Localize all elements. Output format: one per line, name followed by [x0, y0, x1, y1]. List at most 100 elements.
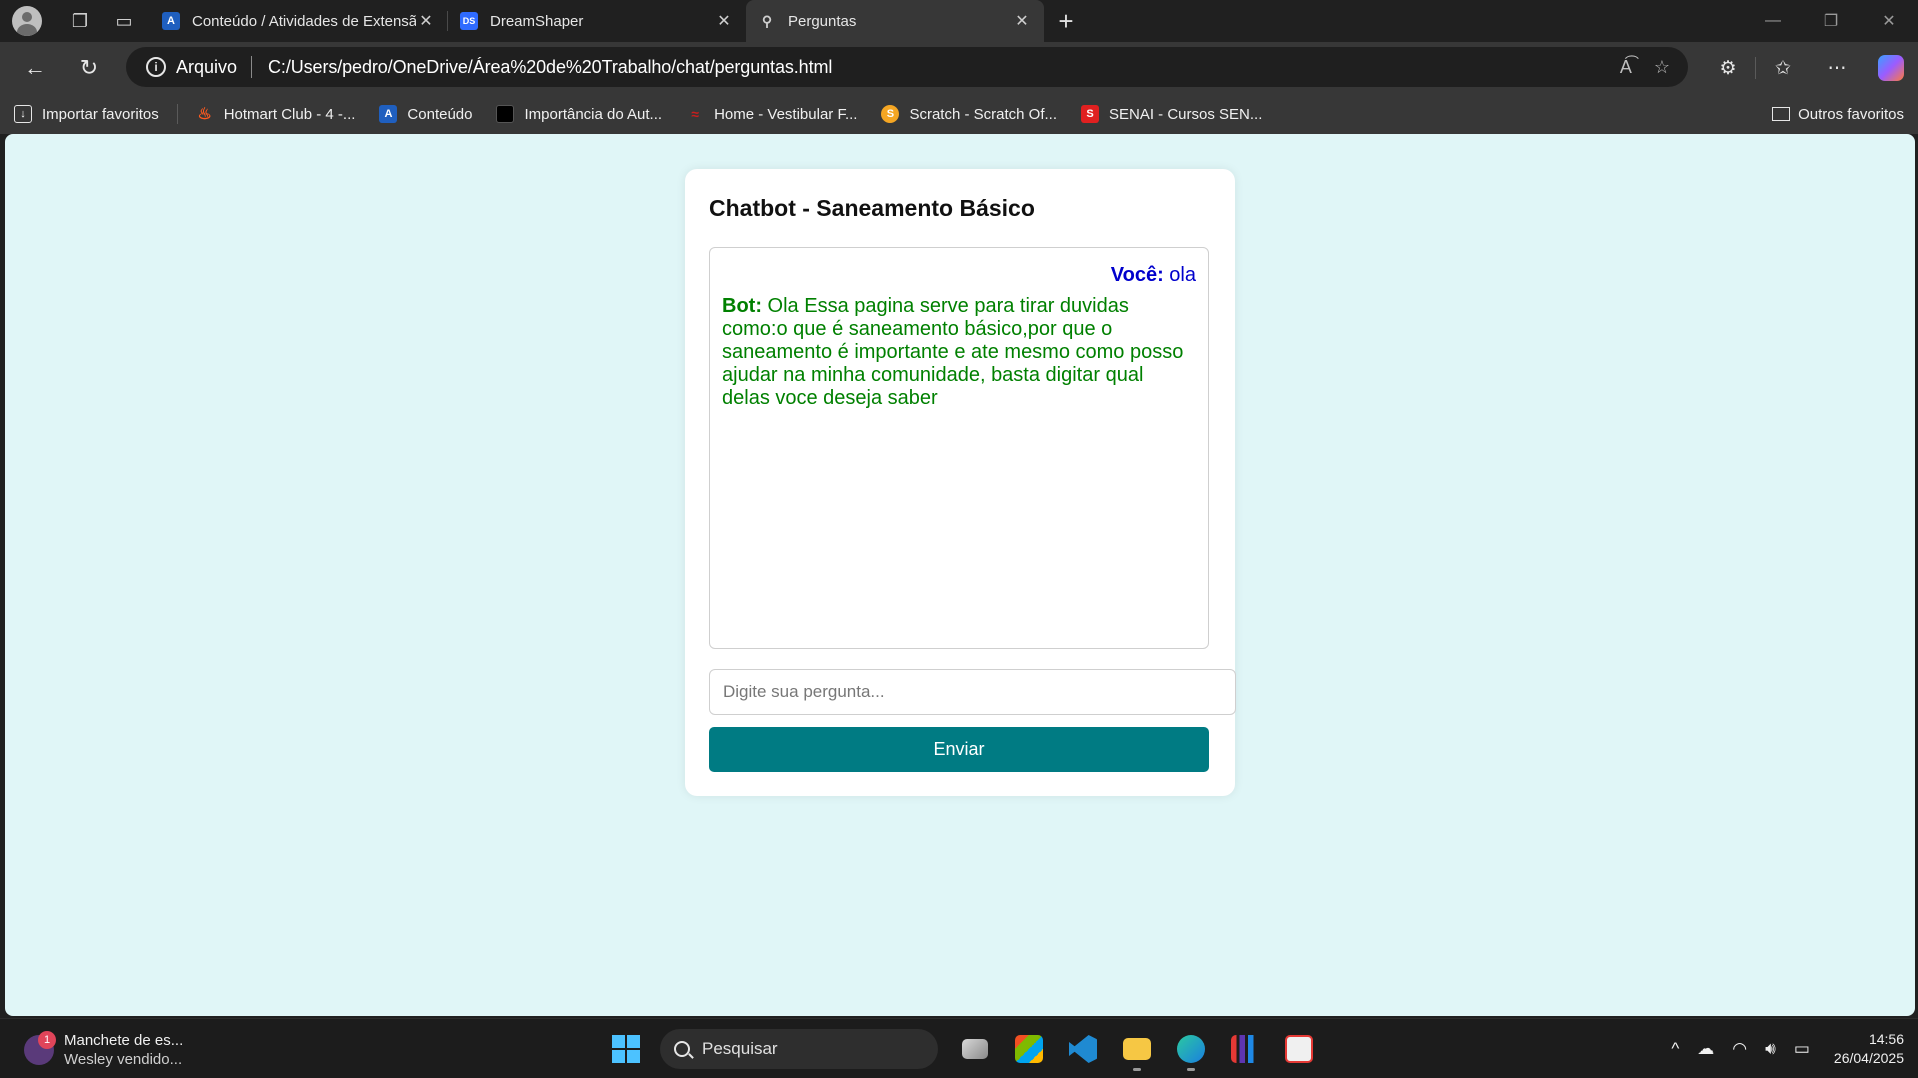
- taskbar-apps: Pesquisar: [604, 1027, 1326, 1071]
- close-icon[interactable]: ✕: [714, 11, 734, 31]
- favorite-star-icon[interactable]: ☆: [1654, 57, 1670, 78]
- bookmark-label: Scratch - Scratch Of...: [909, 105, 1057, 123]
- bookmark-divider: [176, 104, 178, 124]
- favorites-icon[interactable]: ✩: [1756, 42, 1810, 94]
- tab-perguntas[interactable]: ⚲ Perguntas ✕: [746, 0, 1044, 42]
- bookmark-label: Conteúdo: [407, 105, 473, 123]
- send-button[interactable]: Enviar: [709, 727, 1209, 772]
- windows-start-icon[interactable]: [604, 1027, 648, 1071]
- task-view-icon[interactable]: [948, 1027, 1002, 1071]
- import-icon: ↓: [14, 105, 32, 123]
- window-close-icon[interactable]: ✕: [1860, 0, 1918, 42]
- bookmark-importancia[interactable]: Importância do Aut...: [496, 105, 662, 123]
- search-placeholder: Pesquisar: [702, 1039, 778, 1058]
- bookmark-scratch[interactable]: S Scratch - Scratch Of...: [881, 105, 1057, 123]
- store-icon[interactable]: [1002, 1027, 1056, 1071]
- question-input[interactable]: [709, 669, 1236, 715]
- close-icon[interactable]: ✕: [1012, 11, 1032, 31]
- url-text[interactable]: C:/Users/pedro/OneDrive/Área%20de%20Trab…: [268, 57, 832, 78]
- file-explorer-icon[interactable]: [1110, 1027, 1164, 1071]
- refresh-icon[interactable]: ↻: [62, 42, 116, 94]
- clock-date: 26/04/2025: [1833, 1050, 1904, 1066]
- dreamshaper-logo-icon: DS: [460, 12, 478, 30]
- bookmark-conteudo[interactable]: A Conteúdo: [379, 105, 472, 123]
- user-message: Você: ola: [722, 264, 1196, 287]
- system-tray: ^ ☁ ◠ 🔊︎ ▭ 14:56 26/04/2025: [1671, 1027, 1904, 1071]
- chat-history[interactable]: Você: ola Bot: Ola Essa pagina serve par…: [709, 247, 1209, 649]
- news-title: Manchete de es...: [64, 1032, 184, 1049]
- bookmark-label: SENAI - Cursos SEN...: [1109, 105, 1263, 123]
- flame-icon: ♨: [197, 106, 212, 123]
- bot-message-text: Ola Essa pagina serve para tirar duvidas…: [722, 295, 1184, 409]
- bookmark-senai[interactable]: S SENAI - Cursos SEN...: [1081, 105, 1262, 123]
- new-tab-button[interactable]: +: [1044, 0, 1088, 42]
- restore-icon[interactable]: ❐: [1802, 0, 1860, 42]
- profile-avatar-icon[interactable]: [12, 6, 42, 36]
- chart-app-icon[interactable]: [1218, 1027, 1272, 1071]
- notification-badge: 1: [38, 1031, 56, 1049]
- bookmark-label: Home - Vestibular F...: [714, 105, 858, 123]
- tab-title: Perguntas: [788, 12, 857, 30]
- wifi-icon[interactable]: ◠: [1732, 1039, 1747, 1059]
- read-aloud-icon[interactable]: A͡: [1620, 57, 1632, 78]
- page-title: Chatbot - Saneamento Básico: [709, 195, 1035, 221]
- news-text: Manchete de es... Wesley vendido...: [64, 1031, 183, 1069]
- news-widget-icon: 1: [24, 1031, 56, 1065]
- clock[interactable]: 14:56 26/04/2025: [1834, 1030, 1904, 1068]
- a-logo-icon: A: [162, 12, 180, 30]
- a-logo-icon: A: [379, 105, 398, 123]
- page-viewport: Chatbot - Saneamento Básico Você: ola Bo…: [5, 134, 1915, 1016]
- browser-window: ❐ ▭ A Conteúdo / Atividades de Extensã ✕…: [0, 0, 1918, 1078]
- address-bar[interactable]: i Arquivo C:/Users/pedro/OneDrive/Área%2…: [126, 47, 1688, 87]
- bot-prefix: Bot:: [722, 295, 762, 317]
- bookmark-import-favorites[interactable]: ↓ Importar favoritos: [14, 105, 159, 123]
- extensions-icon[interactable]: ⚙: [1701, 42, 1755, 94]
- bookmark-label: Importância do Aut...: [524, 105, 663, 123]
- battery-icon[interactable]: ▭: [1794, 1039, 1810, 1059]
- user-prefix: Você:: [1110, 264, 1164, 286]
- address-bar-actions: A͡ ☆: [1620, 47, 1670, 87]
- bookmark-label: Importar favoritos: [42, 105, 159, 123]
- info-icon[interactable]: i: [146, 57, 166, 77]
- bot-message: Bot: Ola Essa pagina serve para tirar du…: [722, 295, 1196, 410]
- bookmark-vestibular[interactable]: ≈ Home - Vestibular F...: [686, 105, 857, 123]
- red-logo-icon: ≈: [691, 106, 699, 122]
- bookmarks-bar: ↓ Importar favoritos ♨ Hotmart Club - 4 …: [0, 94, 1918, 134]
- volume-icon[interactable]: 🔊︎: [1765, 1039, 1776, 1059]
- tab-strip: ❐ ▭ A Conteúdo / Atividades de Extensã ✕…: [0, 0, 1918, 42]
- window-controls: — ❐ ✕: [1744, 0, 1918, 42]
- senai-icon: S: [1081, 105, 1099, 123]
- tab-title: Conteúdo / Atividades de Extensã: [192, 12, 416, 30]
- bookmark-other-favorites[interactable]: Outros favoritos: [1772, 94, 1904, 134]
- vertical-tabs-icon[interactable]: ▭: [102, 0, 146, 42]
- bookmark-hotmart[interactable]: ♨ Hotmart Club - 4 -...: [196, 105, 356, 124]
- more-options-icon[interactable]: ⋯: [1810, 42, 1864, 94]
- back-icon[interactable]: ←: [8, 42, 62, 94]
- close-icon[interactable]: ✕: [416, 11, 436, 31]
- vscode-icon[interactable]: [1056, 1027, 1110, 1071]
- workspaces-icon[interactable]: ❐: [58, 0, 102, 42]
- bookmark-label: Hotmart Club - 4 -...: [223, 105, 356, 123]
- black-square-icon: [496, 105, 515, 123]
- scratch-icon: S: [881, 105, 900, 123]
- snipping-tool-icon[interactable]: [1272, 1027, 1326, 1071]
- tab-dreamshaper[interactable]: DS DreamShaper ✕: [448, 0, 746, 42]
- bookmark-label: Outros favoritos: [1798, 105, 1904, 123]
- folder-icon: [1772, 107, 1791, 121]
- address-divider: [251, 56, 253, 78]
- user-message-text: ola: [1169, 264, 1196, 286]
- toolbar-right: ⚙ ✩ ⋯: [1701, 42, 1918, 94]
- news-subtitle: Wesley vendido...: [64, 1051, 183, 1068]
- taskbar-search[interactable]: Pesquisar: [660, 1029, 938, 1069]
- scheme-label: Arquivo: [176, 56, 238, 77]
- copilot-icon[interactable]: [1878, 55, 1904, 81]
- tab-title: DreamShaper: [490, 12, 584, 30]
- onedrive-cloud-icon[interactable]: ☁: [1697, 1039, 1714, 1059]
- news-widget[interactable]: 1 Manchete de es... Wesley vendido...: [24, 1031, 183, 1069]
- chevron-up-icon[interactable]: ^: [1671, 1039, 1679, 1059]
- clock-time: 14:56: [1868, 1031, 1904, 1047]
- tab-conteudo[interactable]: A Conteúdo / Atividades de Extensã ✕: [150, 0, 448, 42]
- chatbot-card: Chatbot - Saneamento Básico Você: ola Bo…: [685, 169, 1236, 796]
- minimize-icon[interactable]: —: [1744, 0, 1802, 42]
- edge-icon[interactable]: [1164, 1027, 1218, 1071]
